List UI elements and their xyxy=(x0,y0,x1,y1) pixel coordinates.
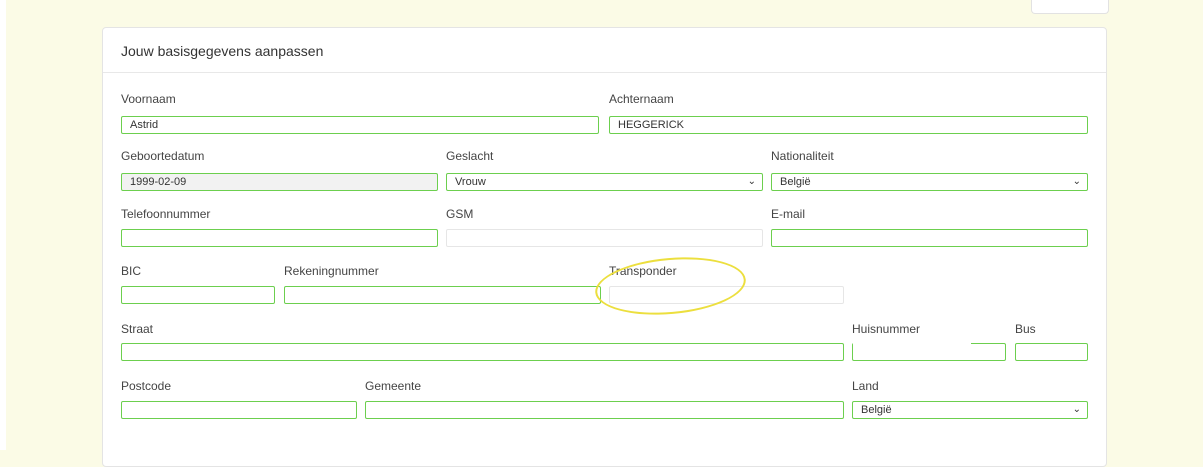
gsm-label: GSM xyxy=(446,207,474,221)
nationaliteit-label: Nationaliteit xyxy=(771,149,834,163)
chevron-down-icon: ⌄ xyxy=(1072,176,1081,187)
huisnummer-label: Huisnummer xyxy=(852,322,921,336)
bic-label: BIC xyxy=(121,264,142,278)
card-header: Jouw basisgegevens aanpassen xyxy=(103,28,1106,73)
email-input[interactable] xyxy=(771,229,1088,247)
top-right-button[interactable] xyxy=(1031,0,1109,14)
card-title: Jouw basisgegevens aanpassen xyxy=(121,43,324,59)
postcode-input[interactable] xyxy=(121,401,357,419)
telefoonnummer-input[interactable] xyxy=(121,229,438,247)
geboortedatum-input[interactable] xyxy=(121,173,438,191)
gsm-input[interactable] xyxy=(446,229,763,247)
straat-input[interactable] xyxy=(121,343,844,361)
rekeningnummer-label: Rekeningnummer xyxy=(284,264,379,278)
redaction-patch xyxy=(853,342,971,345)
postcode-label: Postcode xyxy=(121,379,172,393)
geslacht-label: Geslacht xyxy=(446,149,494,163)
nationaliteit-value: België xyxy=(780,176,811,188)
bus-label: Bus xyxy=(1015,322,1036,336)
rekeningnummer-input[interactable] xyxy=(284,286,601,304)
achternaam-input[interactable] xyxy=(609,116,1088,134)
voornaam-label: Voornaam xyxy=(121,92,176,106)
voornaam-input[interactable] xyxy=(121,116,599,134)
straat-label: Straat xyxy=(121,322,154,336)
telefoonnummer-label: Telefoonnummer xyxy=(121,207,211,221)
land-select[interactable]: België ⌄ xyxy=(852,401,1088,419)
chevron-down-icon: ⌄ xyxy=(747,176,756,187)
geslacht-value: Vrouw xyxy=(455,176,486,188)
email-label: E-mail xyxy=(771,207,806,221)
gemeente-input[interactable] xyxy=(365,401,844,419)
huisnummer-input[interactable] xyxy=(852,343,1006,361)
bic-input[interactable] xyxy=(121,286,275,304)
geboortedatum-label: Geboortedatum xyxy=(121,149,205,163)
gemeente-label: Gemeente xyxy=(365,379,422,393)
achternaam-label: Achternaam xyxy=(609,92,674,106)
left-edge xyxy=(0,0,6,450)
chevron-down-icon: ⌄ xyxy=(1072,404,1081,415)
land-value: België xyxy=(861,404,892,416)
nationaliteit-select[interactable]: België ⌄ xyxy=(771,173,1088,191)
land-label: Land xyxy=(852,379,879,393)
bus-input[interactable] xyxy=(1015,343,1088,361)
geslacht-select[interactable]: Vrouw ⌄ xyxy=(446,173,763,191)
